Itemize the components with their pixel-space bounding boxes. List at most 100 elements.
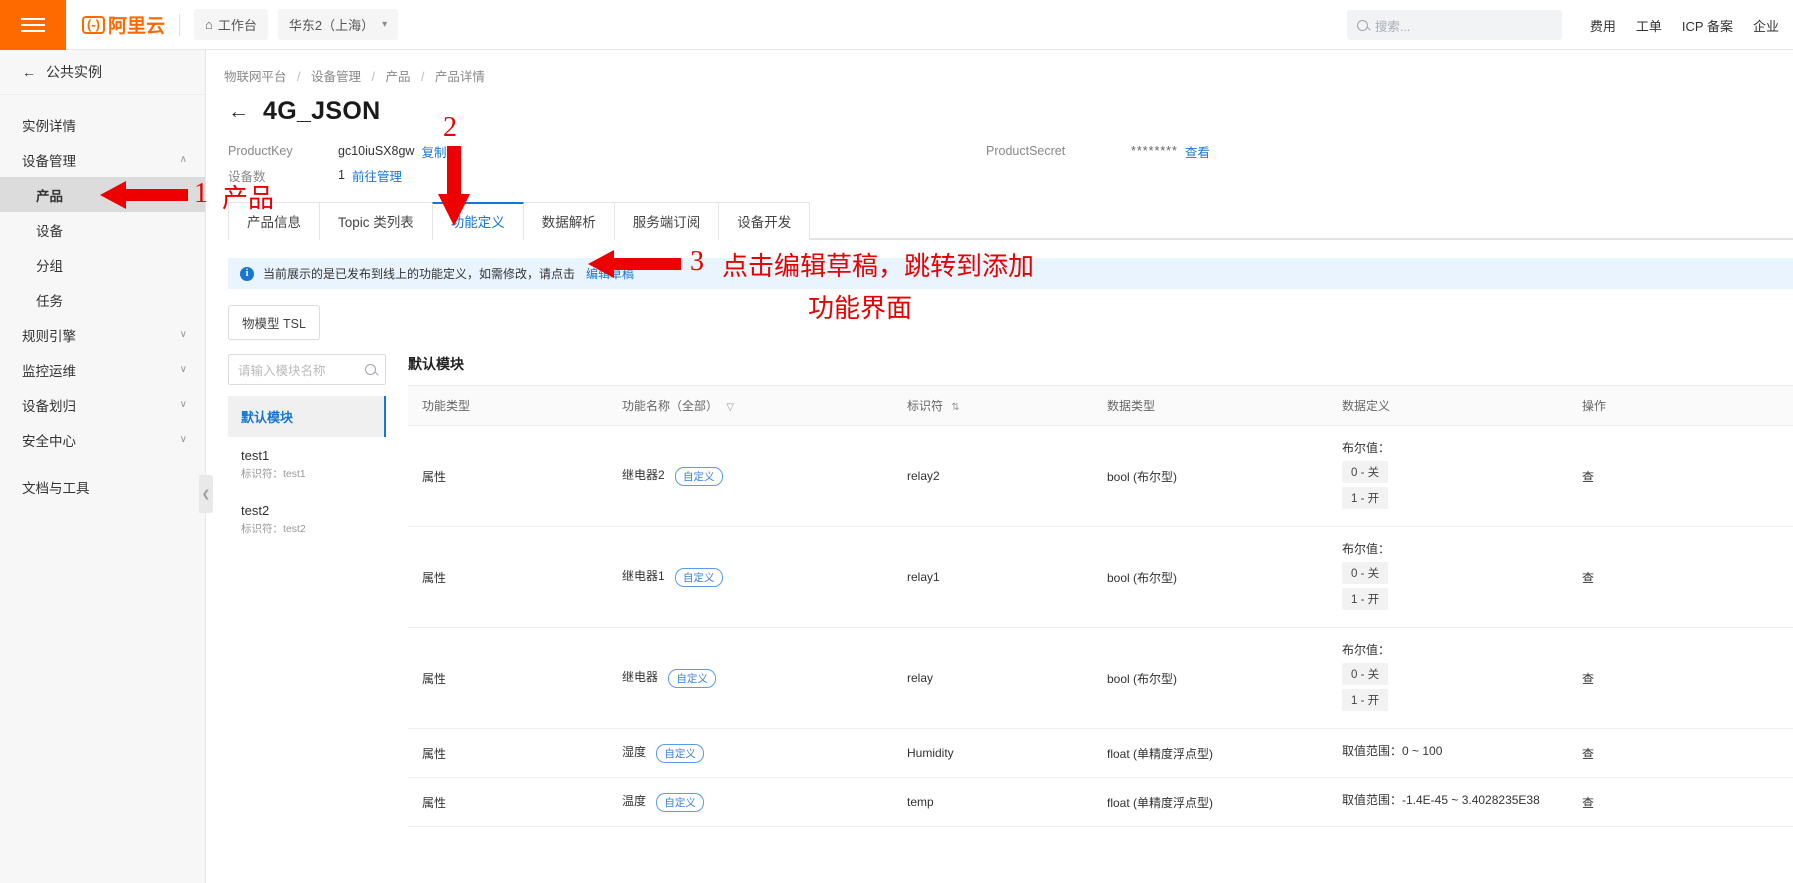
table-title: 默认模块 — [408, 354, 1793, 374]
module-item-test2[interactable]: test2 标识符：test2 — [228, 492, 386, 547]
cell-operations[interactable]: 查 — [1568, 426, 1793, 527]
module-item-test1[interactable]: test1 标识符：test1 — [228, 437, 386, 492]
nav-item-enterprise[interactable]: 企业 — [1753, 16, 1779, 35]
sidebar-item-device-assignment[interactable]: 设备划归 ∨ — [0, 387, 205, 422]
cell-function-type: 属性 — [408, 778, 608, 827]
sidebar-item-products[interactable]: 产品 — [0, 177, 205, 212]
sidebar-item-docs-tools[interactable]: 文档与工具 — [0, 469, 205, 504]
definition-label: 取值范围：-1.4E-45 ~ 3.4028235E38 — [1342, 791, 1554, 808]
cell-definition: 取值范围：-1.4E-45 ~ 3.4028235E38 — [1328, 778, 1568, 827]
sidebar-item-rule-engine[interactable]: 规则引擎 ∨ — [0, 317, 205, 352]
cell-operations[interactable]: 查 — [1568, 778, 1793, 827]
definition-pill: 1 - 开 — [1342, 487, 1388, 509]
chevron-down-icon: ∨ — [180, 329, 187, 340]
cell-function-name: 继电器1 自定义 — [608, 527, 893, 628]
workbench-button[interactable]: ⌂ 工作台 — [194, 9, 268, 40]
table-row[interactable]: 属性 湿度 自定义 Humidity float (单精度浮点型) 取值范围：0… — [408, 729, 1793, 778]
tsl-model-button[interactable]: 物模型 TSL — [228, 305, 320, 340]
product-key-value: gc10iuSX8gw — [338, 144, 414, 158]
sidebar-menu: 实例详情 设备管理 ∧ 产品 设备 分组 任务 — [0, 95, 205, 504]
tab-function-definition[interactable]: 功能定义 — [432, 202, 524, 240]
filter-icon[interactable]: ▽ — [726, 402, 734, 413]
sidebar-item-groups[interactable]: 分组 — [0, 247, 205, 282]
aliyun-logo-text: 阿里云 — [108, 11, 165, 38]
top-nav: 费用 工单 ICP 备案 企业 — [1590, 16, 1779, 35]
module-item-name: 默认模块 — [241, 407, 374, 426]
module-item-name: test2 — [241, 503, 374, 518]
sidebar-item-security-center[interactable]: 安全中心 ∨ — [0, 422, 205, 457]
cell-definition: 布尔值： 0 - 关 1 - 开 — [1328, 628, 1568, 729]
aliyun-logo[interactable]: (-) 阿里云 — [82, 11, 165, 38]
module-search-placeholder: 请输入模块名称 — [238, 360, 326, 379]
cell-operations[interactable]: 查 — [1568, 729, 1793, 778]
nav-item-icp[interactable]: ICP 备案 — [1682, 16, 1733, 35]
sidebar-collapse-handle[interactable]: ❮ — [199, 475, 213, 513]
cell-definition: 取值范围：0 ~ 100 — [1328, 729, 1568, 778]
custom-tag: 自定义 — [668, 669, 716, 688]
top-bar-right: 搜索... 费用 工单 ICP 备案 企业 — [1347, 0, 1793, 50]
column-header-function-name: 功能名称（全部） ▽ — [608, 386, 893, 426]
info-icon: i — [240, 267, 254, 281]
product-secret-value: ******** — [1131, 144, 1178, 158]
search-input[interactable]: 搜索... — [1347, 10, 1562, 40]
breadcrumb-item-iot[interactable]: 物联网平台 — [224, 70, 287, 84]
column-header-function-name-label: 功能名称（全部） — [622, 399, 718, 413]
cell-identifier: Humidity — [893, 729, 1093, 778]
sort-icon[interactable]: ⇅ — [951, 402, 959, 413]
sidebar-item-label: 实例详情 — [22, 115, 76, 135]
table-row[interactable]: 属性 继电器 自定义 relay bool (布尔型) 布尔值： 0 - 关 1… — [408, 628, 1793, 729]
product-secret-label: ProductSecret — [986, 144, 1131, 158]
sidebar-item-device-management[interactable]: 设备管理 ∧ — [0, 142, 205, 177]
cell-identifier: relay1 — [893, 527, 1093, 628]
table-row[interactable]: 属性 继电器1 自定义 relay1 bool (布尔型) 布尔值： 0 - 关… — [408, 527, 1793, 628]
column-header-operations: 操作 — [1568, 386, 1793, 426]
product-meta: ProductKey gc10iuSX8gw 复制 设备数 1 前往管理 Pro… — [206, 126, 1793, 187]
column-header-identifier: 标识符 ⇅ — [893, 386, 1093, 426]
module-item-default[interactable]: 默认模块 — [228, 396, 386, 437]
cell-function-type: 属性 — [408, 628, 608, 729]
sidebar-item-instance-detail[interactable]: 实例详情 — [0, 107, 205, 142]
meta-row-device-count: 设备数 1 前往管理 — [228, 163, 1793, 187]
cell-operations[interactable]: 查 — [1568, 527, 1793, 628]
menu-icon[interactable] — [0, 0, 66, 50]
nav-item-ticket[interactable]: 工单 — [1636, 16, 1662, 35]
breadcrumb-separator: / — [297, 70, 300, 84]
region-selector[interactable]: 华东2（上海） ▾ — [278, 9, 398, 40]
sidebar-back-public-instance[interactable]: ← 公共实例 — [0, 50, 205, 95]
edit-draft-link[interactable]: 编辑草稿 — [586, 265, 634, 282]
view-product-secret-button[interactable]: 查看 — [1185, 142, 1210, 161]
sidebar-item-monitoring[interactable]: 监控运维 ∨ — [0, 352, 205, 387]
sidebar-item-devices[interactable]: 设备 — [0, 212, 205, 247]
definition-pill: 1 - 开 — [1342, 588, 1388, 610]
tab-product-info[interactable]: 产品信息 — [228, 202, 320, 240]
info-banner-text: 当前展示的是已发布到线上的功能定义，如需修改，请点击 — [263, 265, 575, 282]
breadcrumb-item-products[interactable]: 产品 — [385, 70, 410, 84]
definition-pill: 0 - 关 — [1342, 461, 1388, 483]
function-name-text: 继电器2 — [622, 468, 665, 482]
nav-item-billing[interactable]: 费用 — [1590, 16, 1616, 35]
tab-server-subscription[interactable]: 服务端订阅 — [614, 202, 720, 240]
back-arrow-icon[interactable]: ← — [228, 101, 249, 122]
tab-topic-list[interactable]: Topic 类列表 — [319, 202, 433, 240]
breadcrumb-item-device-management[interactable]: 设备管理 — [311, 70, 361, 84]
module-search-input[interactable]: 请输入模块名称 — [228, 354, 386, 385]
tab-data-parsing[interactable]: 数据解析 — [523, 202, 615, 240]
cell-datatype: bool (布尔型) — [1093, 527, 1328, 628]
search-icon — [365, 364, 376, 375]
sidebar-item-tasks[interactable]: 任务 — [0, 282, 205, 317]
module-item-identifier: 标识符：test1 — [241, 466, 374, 481]
sidebar-item-label: 文档与工具 — [22, 477, 90, 497]
custom-tag: 自定义 — [675, 467, 723, 486]
meta-row-product-secret: ProductSecret ******** 查看 — [986, 139, 1210, 163]
breadcrumb-item-product-detail: 产品详情 — [435, 70, 485, 84]
table-row[interactable]: 属性 温度 自定义 temp float (单精度浮点型) 取值范围：-1.4E… — [408, 778, 1793, 827]
header-divider — [179, 14, 180, 36]
definition-label: 布尔值： — [1342, 439, 1554, 456]
table-row[interactable]: 属性 继电器2 自定义 relay2 bool (布尔型) 布尔值： 0 - 关… — [408, 426, 1793, 527]
copy-product-key-button[interactable]: 复制 — [421, 142, 446, 161]
goto-device-management-link[interactable]: 前往管理 — [352, 166, 402, 185]
function-name-text: 温度 — [622, 794, 646, 808]
cell-function-type: 属性 — [408, 527, 608, 628]
tab-device-development[interactable]: 设备开发 — [718, 202, 810, 240]
cell-operations[interactable]: 查 — [1568, 628, 1793, 729]
